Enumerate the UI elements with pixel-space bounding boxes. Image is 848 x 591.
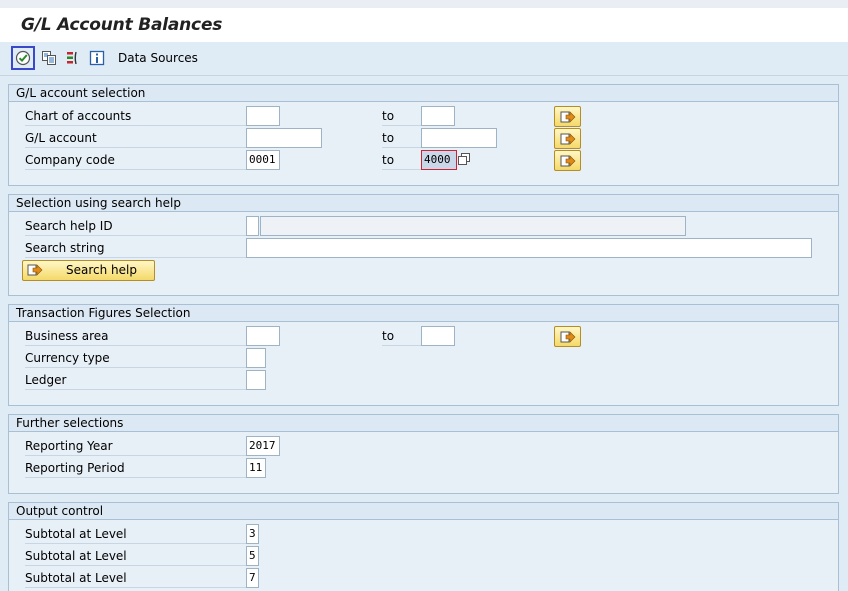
group-title: Transaction Figures Selection [9,305,838,322]
to-label: to [382,129,422,148]
copy-icon [458,153,470,165]
subtotal-level-label: Subtotal at Level [25,569,250,588]
group-output-control: Output control Subtotal at Level 3 Subto… [8,502,839,591]
ledger-input[interactable] [246,370,266,390]
currency-type-label: Currency type [25,349,250,368]
reporting-period-label: Reporting Period [25,459,250,478]
search-string-input[interactable] [246,238,812,258]
dynamic-selections-button[interactable] [61,46,85,70]
value-help-button[interactable] [458,153,470,165]
get-variant-button[interactable] [37,46,61,70]
multiple-selection-button[interactable] [554,326,581,347]
info-button[interactable] [85,46,109,70]
subtotal-level-label: Subtotal at Level [25,547,250,566]
group-search-help: Selection using search help Search help … [8,194,839,296]
subtotal-level-1-input[interactable]: 3 [246,524,259,544]
company-code-to-input[interactable]: 4000 [421,150,457,170]
reporting-year-input[interactable]: 2017 [246,436,280,456]
multiple-selection-button[interactable] [554,128,581,149]
chart-of-accounts-label: Chart of accounts [25,107,250,126]
currency-type-input[interactable] [246,348,266,368]
ledger-label: Ledger [25,371,250,390]
business-area-to-input[interactable] [421,326,455,346]
arrow-right-icon [560,330,575,343]
get-variant-icon [42,51,56,65]
execute-clock-check-icon [15,50,31,66]
arrow-right-icon [560,110,575,123]
title-bar: G/L Account Balances [0,0,848,42]
company-code-label: Company code [25,151,250,170]
gl-account-label: G/L account [25,129,250,148]
reporting-period-input[interactable]: 11 [246,458,266,478]
group-title: Further selections [9,415,838,432]
gl-account-to-input[interactable] [421,128,497,148]
search-string-label: Search string [25,239,250,258]
gl-account-from-input[interactable] [246,128,322,148]
subtotal-level-3-input[interactable]: 7 [246,568,259,588]
company-code-from-input[interactable]: 0001 [246,150,280,170]
group-transaction-figures: Transaction Figures Selection Business a… [8,304,839,406]
to-label: to [382,107,422,126]
search-help-id-label: Search help ID [25,217,250,236]
group-title: G/L account selection [9,85,838,102]
subtotal-level-label: Subtotal at Level [25,525,250,544]
group-further-selections: Further selections Reporting Year 2017 R… [8,414,839,494]
business-area-from-input[interactable] [246,326,280,346]
arrow-right-icon [560,154,575,167]
arrow-right-icon [560,132,575,145]
group-gl-account-selection: G/L account selection Chart of accounts … [8,84,839,186]
chart-of-accounts-to-input[interactable] [421,106,455,126]
page-title: G/L Account Balances [21,15,223,35]
arrow-right-icon [27,264,43,276]
chart-of-accounts-from-input[interactable] [246,106,280,126]
group-title: Selection using search help [9,195,838,212]
execute-button[interactable] [11,46,35,70]
to-label: to [382,151,422,170]
to-label: to [382,327,422,346]
reporting-year-label: Reporting Year [25,437,250,456]
group-title: Output control [9,503,838,520]
search-help-button[interactable]: Search help [22,260,155,281]
data-sources-button[interactable]: Data Sources [118,51,198,65]
search-help-id-input[interactable] [246,216,259,236]
application-toolbar: Data Sources [0,42,848,76]
search-help-description [260,216,686,236]
multiple-selection-button[interactable] [554,106,581,127]
business-area-label: Business area [25,327,250,346]
subtotal-level-2-input[interactable]: 5 [246,546,259,566]
multiple-selection-button[interactable] [554,150,581,171]
dynamic-selections-icon [67,51,77,65]
info-icon [89,50,105,66]
search-help-button-label: Search help [66,263,137,277]
